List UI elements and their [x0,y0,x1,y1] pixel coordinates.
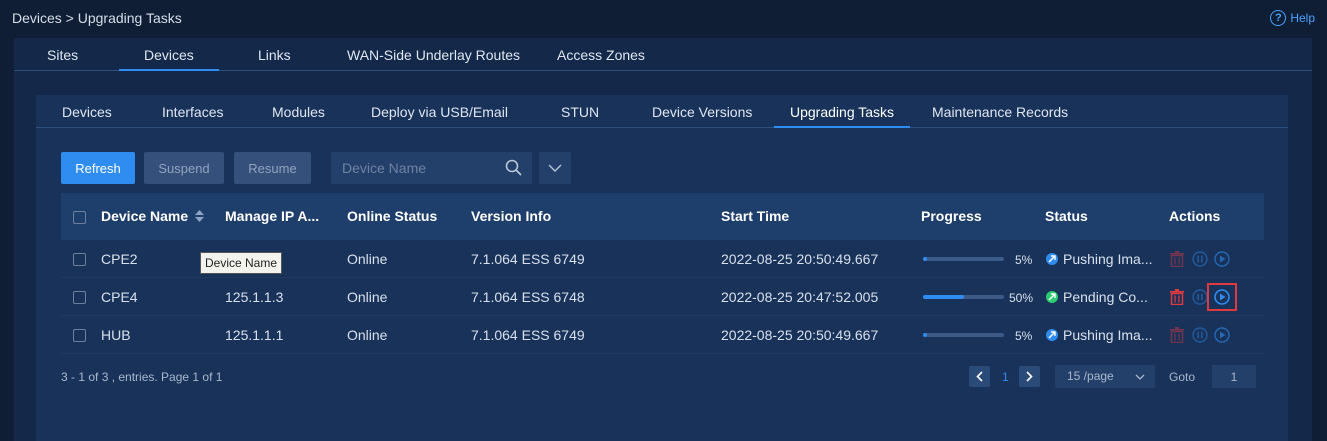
cell-device-name: CPE2 [101,251,138,267]
prev-page-button[interactable] [969,366,990,387]
table-row: CPE4 125.1.1.3 Online 7.1.064 ESS 6748 2… [61,278,1264,316]
goto-label: Goto [1169,370,1196,384]
col-version-info: Version Info [471,208,552,224]
top-bar: Devices > Upgrading Tasks ? Help [0,0,1327,36]
subtab-device-versions[interactable]: Device Versions [652,104,752,120]
select-all-checkbox[interactable] [73,211,86,224]
pause-icon[interactable] [1192,289,1208,305]
cell-online-status: Online [347,327,388,343]
col-status: Status [1045,208,1088,224]
cell-status: Pending Co... [1063,289,1148,305]
subtab-stun[interactable]: STUN [561,104,599,120]
pending-status-icon [1046,291,1058,303]
subtab-upgrading-tasks[interactable]: Upgrading Tasks [773,104,911,128]
help-link[interactable]: ? Help [1270,10,1315,26]
resume-button[interactable]: Resume [234,152,311,184]
cell-version-info: 7.1.064 ESS 6748 [471,289,585,305]
tab-links[interactable]: Links [258,47,291,63]
subtab-deploy-usb-email[interactable]: Deploy via USB/Email [371,104,508,120]
progress-bar [923,257,1004,261]
progress-percent: 5% [1015,329,1033,343]
cell-device-name: HUB [101,327,131,343]
subtab-devices[interactable]: Devices [62,104,112,120]
col-device-name-label: Device Name [101,208,189,224]
search-icon[interactable] [505,159,522,176]
col-actions: Actions [1169,208,1221,224]
progress-fill [923,295,964,299]
sub-tabs: Devices Interfaces Modules Deploy via US… [36,95,1288,128]
col-device-name[interactable]: Device Name [101,208,205,224]
page-size-value: 15 /page [1067,369,1114,383]
subtab-interfaces[interactable]: Interfaces [162,104,223,120]
device-search [331,152,532,184]
chevron-right-icon [1026,371,1033,382]
subtab-maintenance-records[interactable]: Maintenance Records [932,104,1068,120]
help-label: Help [1290,11,1315,25]
help-icon: ? [1270,10,1287,26]
pause-icon[interactable] [1192,251,1208,267]
search-input[interactable] [331,152,506,184]
cell-manage-ip: 125.1.1.3 [225,289,284,305]
play-icon[interactable] [1214,327,1230,343]
progress-bar [923,333,1004,337]
col-start-time: Start Time [721,208,790,224]
page-size-select[interactable]: 15 /page [1055,365,1155,388]
tab-sites[interactable]: Sites [47,47,78,63]
pushing-status-icon [1046,329,1058,341]
delete-icon[interactable] [1170,327,1184,343]
breadcrumb: Devices > Upgrading Tasks [12,10,182,26]
play-icon[interactable] [1214,251,1230,267]
delete-icon[interactable] [1170,289,1184,305]
cell-start-time: 2022-08-25 20:50:49.667 [721,327,879,343]
subtab-modules[interactable]: Modules [272,104,325,120]
chevron-left-icon [976,371,983,382]
current-page[interactable]: 1 [1002,370,1009,384]
goto-page-input[interactable] [1212,365,1256,388]
suspend-button[interactable]: Suspend [144,152,224,184]
table-row: HUB 125.1.1.1 Online 7.1.064 ESS 6749 20… [61,316,1264,354]
tab-access-zones[interactable]: Access Zones [557,47,645,63]
table-header: Device Name Manage IP A... Online Status… [61,193,1264,240]
progress-percent: 5% [1015,253,1033,267]
cell-manage-ip: 125.1.1.1 [225,327,284,343]
main-tabs: Sites Devices Links WAN-Side Underlay Ro… [14,38,1312,71]
pushing-status-icon [1046,253,1058,265]
advanced-search-toggle[interactable] [539,152,571,184]
col-progress: Progress [921,208,982,224]
row-checkbox[interactable] [73,253,86,266]
progress-fill [923,333,928,337]
cell-status: Pushing Ima... [1063,327,1153,343]
cell-version-info: 7.1.064 ESS 6749 [471,327,585,343]
chevron-down-icon [1135,365,1145,388]
row-checkbox[interactable] [73,329,86,342]
col-online-status: Online Status [347,208,438,224]
pagination-info: 3 - 1 of 3 , entries. Page 1 of 1 [61,370,223,384]
cell-start-time: 2022-08-25 20:50:49.667 [721,251,879,267]
col-manage-ip: Manage IP A... [225,208,320,224]
cell-online-status: Online [347,289,388,305]
row-checkbox[interactable] [73,291,86,304]
cell-version-info: 7.1.064 ESS 6749 [471,251,585,267]
tab-wan-side-underlay-routes[interactable]: WAN-Side Underlay Routes [347,47,520,63]
chevron-down-icon [548,164,562,172]
refresh-button[interactable]: Refresh [61,152,135,184]
tab-devices[interactable]: Devices [119,47,219,71]
delete-icon[interactable] [1170,251,1184,267]
cell-status: Pushing Ima... [1063,251,1153,267]
next-page-button[interactable] [1019,366,1040,387]
progress-fill [923,257,928,261]
tooltip: Device Name [200,252,283,274]
cell-start-time: 2022-08-25 20:47:52.005 [721,289,879,305]
pause-icon[interactable] [1192,327,1208,343]
progress-bar [923,295,1004,299]
play-icon[interactable] [1214,289,1230,305]
sort-icon[interactable] [195,210,205,222]
cell-device-name: CPE4 [101,289,138,305]
progress-percent: 50% [1009,291,1034,305]
cell-online-status: Online [347,251,388,267]
